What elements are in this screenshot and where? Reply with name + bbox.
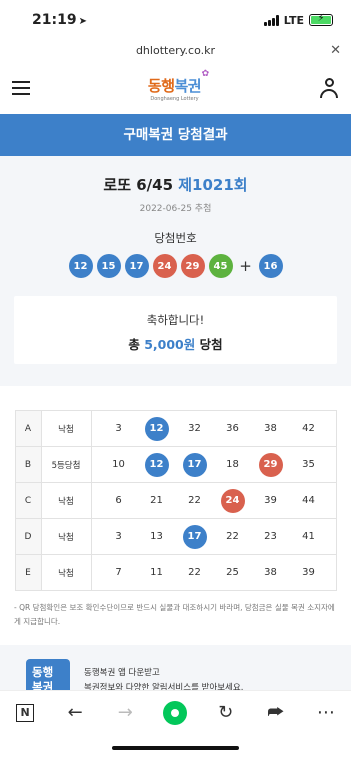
ticket-number: 13 [150,531,163,542]
home-indicator[interactable] [112,746,239,750]
ticket-number: 38 [264,567,277,578]
ticket-number: 44 [302,495,315,506]
more-icon[interactable]: ⋯ [311,698,341,728]
winning-ball: 45 [208,254,233,278]
ticket-number: 7 [115,567,122,578]
ticket-number: 38 [264,423,277,434]
url-text: dhlottery.co.kr [135,44,216,57]
site-logo[interactable]: 동행복권 Donghaeng Lottery ✿ [148,69,209,102]
draw-date: 2022-06-25 추첨 [139,204,212,214]
matched-number: 24 [220,488,245,513]
ticket-row: A 낙첨 3 12 32 36 38 42 [14,410,337,447]
ticket-number: 3 [115,531,122,542]
status-indicators: LTE ⚡ [263,13,333,27]
round-title: 로또 6/45 제1021회 [103,176,248,194]
matched-number: 12 [144,416,169,441]
matched-number: 17 [182,524,207,549]
ticket-line-label: C [14,482,42,519]
ticket-number: 39 [264,495,277,506]
ticket-number: 32 [188,423,201,434]
ticket-table: A 낙첨 3 12 32 36 38 42 B 5등당첨 10 12 17 18 29 35 C 낙첨 6 21 22 2… [14,410,337,591]
ticket-result: 낙첨 [40,554,92,591]
result-box: 축하합니다! 총 5,000원 당첨 [14,296,337,364]
ticket-number: 10 [112,459,125,470]
ticket-line-label: E [14,554,42,591]
ticket-numbers: 6 21 22 24 39 44 [90,482,337,519]
ticket-row: C 낙첨 6 21 22 24 39 44 [14,482,337,519]
ticket-number: 35 [302,459,315,470]
ticket-number: 11 [150,567,163,578]
status-bar: 21:19 ➤ LTE ⚡ [0,0,351,40]
signal-icon [263,14,279,26]
network-label: LTE [283,13,304,27]
logo-subtitle: Donghaeng Lottery [150,95,199,102]
ticket-line-label: A [14,410,42,447]
browser-toolbar: N ← → ↻ ⮫ ⋯ [0,690,351,734]
matched-number: 17 [182,452,207,477]
ticket-numbers: 7 11 22 25 38 39 [90,554,337,591]
ticket-row: B 5등당첨 10 12 17 18 29 35 [14,446,337,483]
ticket-number: 3 [115,423,122,434]
ticket-number: 36 [226,423,239,434]
ticket-numbers: 3 12 32 36 38 42 [90,410,337,447]
site-header: 동행복권 Donghaeng Lottery ✿ [0,62,351,114]
ticket-number: 6 [115,495,122,506]
location-icon: ➤ [78,16,87,27]
matched-number: 29 [258,452,283,477]
winning-numbers: 12 15 17 24 29 45 +16 [14,254,337,278]
ticket-number: 23 [264,531,277,542]
ticket-result: 5등당첨 [40,446,92,483]
ticket-row: D 낙첨 3 13 17 22 23 41 [14,518,337,555]
battery-icon: ⚡ [309,13,333,26]
ticket-line-label: D [14,518,42,555]
forward-icon[interactable]: → [110,698,140,728]
logo-mark-icon: ✿ [201,68,210,79]
draw-result-section: 로또 6/45 제1021회 2022-06-25 추첨 당첨번호 12 15 17… [0,156,351,386]
naver-home-button[interactable]: N [10,698,40,728]
qr-notice: - QR 당첨확인은 보조 확인수단이므로 반드시 실물과 대조하시기 바라며,… [14,603,335,626]
ticket-result: 낙첨 [40,482,92,519]
ticket-result: 낙첨 [40,518,92,555]
winning-numbers-label: 당첨번호 [154,231,197,245]
page-title: 구매복권 당첨결과 [0,114,351,156]
ticket-number: 22 [226,531,239,542]
url-bar[interactable]: dhlottery.co.kr ✕ [0,40,351,62]
ticket-line-label: B [14,446,42,483]
ticket-result: 낙첨 [40,410,92,447]
matched-number: 12 [144,452,169,477]
winning-ball: 24 [152,254,177,278]
plus-sign: + [239,257,252,275]
winning-ball: 29 [180,254,205,278]
ticket-number: 18 [226,459,239,470]
ticket-numbers: 3 13 17 22 23 41 [90,518,337,555]
menu-icon[interactable] [12,81,30,95]
winning-ball: 12 [68,254,93,278]
share-icon[interactable]: ⮫ [261,698,291,728]
bonus-ball: 16 [258,254,283,278]
ticket-row: E 낙첨 7 11 22 25 38 39 [14,554,337,591]
congrats-text: 축하합니다! [146,313,205,327]
refresh-icon[interactable]: ↻ [211,698,241,728]
ticket-number: 21 [150,495,163,506]
ticket-number: 42 [302,423,315,434]
ticket-number: 22 [188,567,201,578]
ticket-number: 39 [302,567,315,578]
green-dot-button[interactable] [160,698,190,728]
close-icon[interactable]: ✕ [330,40,341,62]
prize-amount: 5,000원 [144,337,196,352]
winning-ball: 15 [96,254,121,278]
ticket-number: 41 [302,531,315,542]
ticket-numbers: 10 12 17 18 29 35 [90,446,337,483]
status-time: 21:19 ➤ [32,12,87,28]
back-icon[interactable]: ← [60,698,90,728]
ticket-number: 25 [226,567,239,578]
winning-ball: 17 [124,254,149,278]
prize-total: 총 5,000원 당첨 [128,337,223,352]
user-icon[interactable] [319,78,339,98]
ticket-number: 22 [188,495,201,506]
